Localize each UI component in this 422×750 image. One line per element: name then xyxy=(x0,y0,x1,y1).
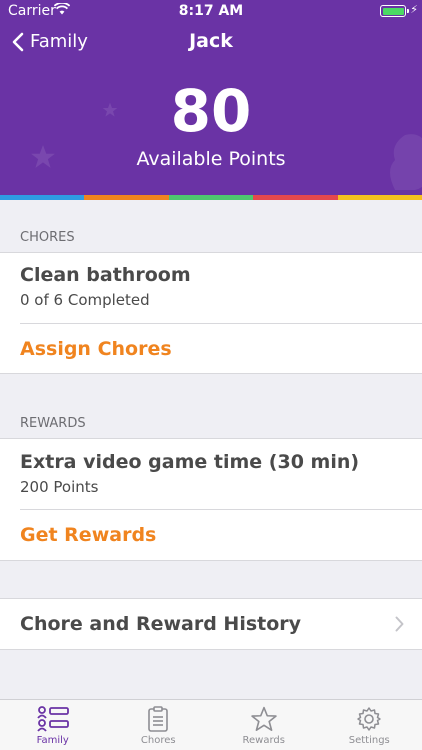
chore-title: Clean bathroom xyxy=(20,264,191,286)
get-rewards-button[interactable]: Get Rewards xyxy=(20,524,156,546)
divider xyxy=(20,323,422,324)
reward-points: 200 Points xyxy=(20,478,99,496)
tab-bar: Family Chores Rewards Settings xyxy=(0,699,422,750)
divider xyxy=(20,509,422,510)
assign-chores-button[interactable]: Assign Chores xyxy=(20,338,172,360)
tab-label: Family xyxy=(36,735,69,746)
chore-status: 0 of 6 Completed xyxy=(20,291,150,309)
tab-label: Rewards xyxy=(242,735,285,746)
star-icon xyxy=(251,706,277,731)
strip-segment xyxy=(168,195,254,200)
history-label: Chore and Reward History xyxy=(20,613,302,635)
gear-icon xyxy=(357,707,381,731)
strip-segment xyxy=(0,195,85,200)
header: Carrier 8:17 AM ⚡ Family Jack 80 Availab… xyxy=(0,0,422,195)
chores-group: Clean bathroom 0 of 6 Completed Assign C… xyxy=(0,252,422,374)
tab-label: Settings xyxy=(348,735,390,746)
rewards-section-header: REWARDS xyxy=(20,416,86,431)
strip-segment xyxy=(84,195,169,200)
color-strip xyxy=(0,195,422,200)
status-bar: Carrier 8:17 AM ⚡ xyxy=(0,0,422,24)
clock: 8:17 AM xyxy=(178,3,244,19)
rewards-group: Extra video game time (30 min) 200 Point… xyxy=(0,438,422,561)
chores-section-header: CHORES xyxy=(20,230,75,245)
charging-icon: ⚡ xyxy=(410,3,418,16)
clipboard-icon xyxy=(148,706,169,732)
tab-family[interactable]: Family xyxy=(0,700,106,750)
tab-rewards[interactable]: Rewards xyxy=(211,700,317,750)
chevron-right-icon xyxy=(395,616,404,632)
strip-segment xyxy=(253,195,338,200)
family-list-icon xyxy=(37,706,69,732)
points-value: 80 xyxy=(170,77,252,145)
tab-label: Chores xyxy=(140,735,176,746)
tab-settings[interactable]: Settings xyxy=(317,700,422,750)
reward-list-item[interactable]: Extra video game time (30 min) 200 Point… xyxy=(0,439,422,509)
history-row[interactable]: Chore and Reward History xyxy=(0,598,422,650)
strip-segment xyxy=(337,195,422,200)
page-title: Jack xyxy=(189,30,233,52)
chore-list-item[interactable]: Clean bathroom 0 of 6 Completed xyxy=(0,253,422,323)
reward-title: Extra video game time (30 min) xyxy=(20,451,360,473)
battery-icon xyxy=(380,5,409,17)
points-label: Available Points xyxy=(136,148,286,170)
tab-chores[interactable]: Chores xyxy=(106,700,212,750)
